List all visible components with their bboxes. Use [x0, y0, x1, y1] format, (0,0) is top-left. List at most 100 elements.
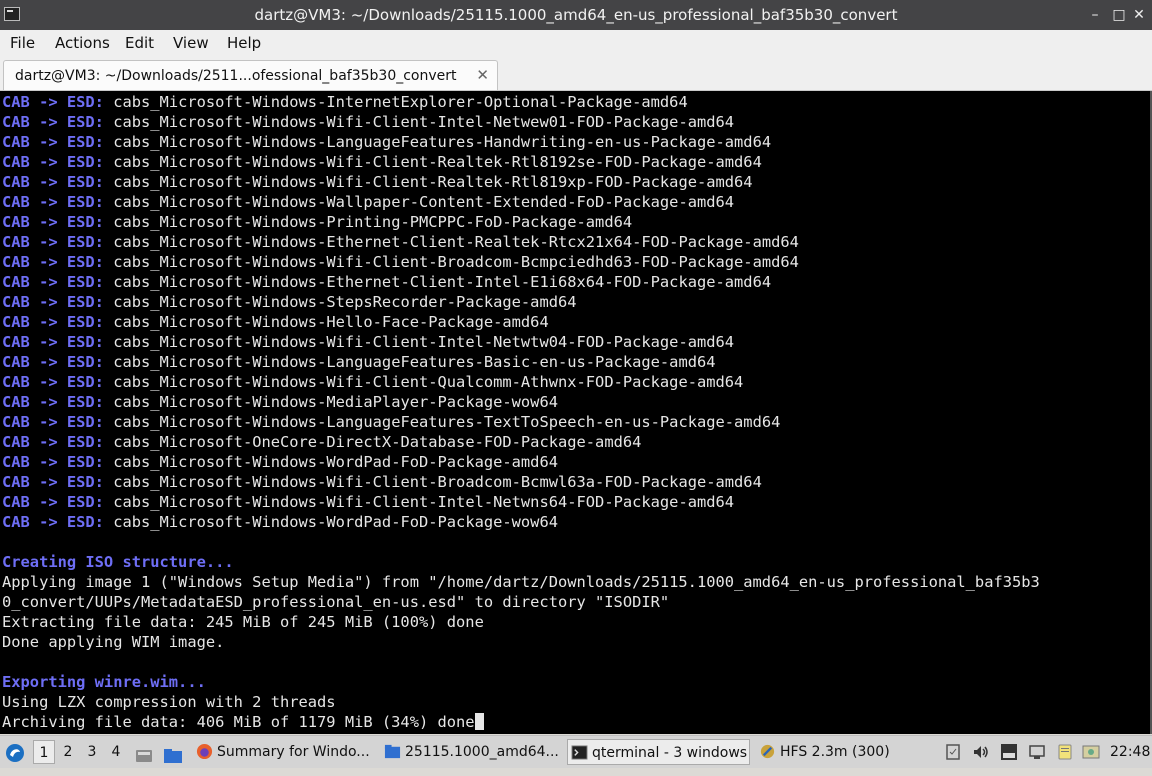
- cab-esd-line: CAB -> ESD: cabs_Microsoft-OneCore-Direc…: [2, 432, 1040, 452]
- cab-esd-prefix: CAB -> ESD:: [2, 193, 104, 211]
- cab-esd-line: CAB -> ESD: cabs_Microsoft-Windows-Wifi-…: [2, 152, 1040, 172]
- cab-esd-prefix: CAB -> ESD:: [2, 213, 104, 231]
- package-name: cabs_Microsoft-Windows-LanguageFeatures-…: [113, 353, 716, 371]
- volume-icon[interactable]: [972, 743, 990, 761]
- output-line: 0_convert/UUPs/MetadataESD_professional_…: [2, 592, 1040, 612]
- cab-esd-line: CAB -> ESD: cabs_Microsoft-Windows-Langu…: [2, 132, 1040, 152]
- cab-esd-line: CAB -> ESD: cabs_Microsoft-Windows-Print…: [2, 212, 1040, 232]
- cab-esd-line: CAB -> ESD: cabs_Microsoft-Windows-Steps…: [2, 292, 1040, 312]
- task-qterminal[interactable]: qterminal - 3 windows: [567, 739, 750, 765]
- package-name: cabs_Microsoft-Windows-Ethernet-Client-R…: [113, 233, 799, 251]
- workspace-4[interactable]: 4: [105, 740, 127, 764]
- package-name: cabs_Microsoft-Windows-Ethernet-Client-I…: [113, 273, 772, 291]
- package-name: cabs_Microsoft-Windows-LanguageFeatures-…: [113, 133, 772, 151]
- menu-view[interactable]: View: [173, 30, 209, 56]
- minimize-icon[interactable]: –: [1084, 4, 1106, 26]
- workspace-2[interactable]: 2: [57, 740, 79, 764]
- clipboard-icon[interactable]: [944, 743, 962, 761]
- output-line: Applying image 1 ("Windows Setup Media")…: [2, 572, 1040, 592]
- cab-esd-prefix: CAB -> ESD:: [2, 253, 104, 271]
- cab-esd-line: CAB -> ESD: cabs_Microsoft-Windows-Media…: [2, 392, 1040, 412]
- task-file-manager[interactable]: 25115.1000_amd64...: [381, 739, 561, 765]
- cab-esd-line: CAB -> ESD: cabs_Microsoft-Windows-Wallp…: [2, 192, 1040, 212]
- notes-icon[interactable]: [1056, 743, 1074, 761]
- maximize-icon[interactable]: □: [1108, 4, 1130, 26]
- cab-esd-prefix: CAB -> ESD:: [2, 93, 104, 111]
- cab-esd-prefix: CAB -> ESD:: [2, 513, 104, 531]
- package-name: cabs_Microsoft-Windows-StepsRecorder-Pac…: [113, 293, 577, 311]
- task-label: 25115.1000_amd64...: [405, 744, 559, 760]
- package-name: cabs_Microsoft-Windows-Wifi-Client-Realt…: [113, 153, 762, 171]
- package-name: cabs_Microsoft-Windows-WordPad-FoD-Packa…: [113, 513, 558, 531]
- cab-esd-prefix: CAB -> ESD:: [2, 313, 104, 331]
- cab-esd-prefix: CAB -> ESD:: [2, 413, 104, 431]
- file-manager-launcher-icon[interactable]: [163, 744, 183, 763]
- terminal-tab[interactable]: dartz@VM3: ~/Downloads/2511...ofessional…: [3, 60, 498, 90]
- package-name: cabs_Microsoft-Windows-MediaPlayer-Packa…: [113, 393, 558, 411]
- output-text: Using LZX compression with 2 threads: [2, 693, 336, 711]
- task-label: Summary for Windo...: [217, 744, 370, 760]
- cab-esd-line: CAB -> ESD: cabs_Microsoft-Windows-Wifi-…: [2, 332, 1040, 352]
- cab-esd-line: CAB -> ESD: cabs_Microsoft-Windows-Wifi-…: [2, 472, 1040, 492]
- package-name: cabs_Microsoft-Windows-Wallpaper-Content…: [113, 193, 735, 211]
- package-name: cabs_Microsoft-Windows-Printing-PMCPPC-F…: [113, 213, 633, 231]
- tab-close-icon[interactable]: ✕: [476, 61, 489, 89]
- cab-esd-prefix: CAB -> ESD:: [2, 293, 104, 311]
- menu-actions[interactable]: Actions: [55, 30, 110, 56]
- package-name: cabs_Microsoft-Windows-Wifi-Client-Broad…: [113, 253, 799, 271]
- menu-help[interactable]: Help: [227, 30, 261, 56]
- cab-esd-line: CAB -> ESD: cabs_Microsoft-Windows-Ether…: [2, 272, 1040, 292]
- terminal-icon: [571, 745, 588, 760]
- window-titlebar[interactable]: dartz@VM3: ~/Downloads/25115.1000_amd64_…: [0, 0, 1152, 30]
- start-menu-icon[interactable]: [4, 742, 26, 764]
- menu-bar: File Actions Edit View Help: [0, 30, 1152, 56]
- terminal-cursor: [474, 713, 484, 730]
- section-heading: Creating ISO structure...: [2, 552, 1040, 572]
- menu-file[interactable]: File: [10, 30, 35, 56]
- cab-esd-prefix: CAB -> ESD:: [2, 353, 104, 371]
- package-name: cabs_Microsoft-Windows-Wifi-Client-Realt…: [113, 173, 753, 191]
- package-name: cabs_Microsoft-Windows-Hello-Face-Packag…: [113, 313, 549, 331]
- terminal-output[interactable]: CAB -> ESD: cabs_Microsoft-Windows-Inter…: [0, 91, 1150, 734]
- tab-bar: dartz@VM3: ~/Downloads/2511...ofessional…: [0, 56, 1152, 91]
- package-name: cabs_Microsoft-Windows-Wifi-Client-Qualc…: [113, 373, 744, 391]
- workspace-3[interactable]: 3: [81, 740, 103, 764]
- cab-esd-prefix: CAB -> ESD:: [2, 333, 104, 351]
- update-icon[interactable]: [1082, 743, 1100, 761]
- task-firefox[interactable]: Summary for Windo...: [193, 739, 373, 765]
- clock[interactable]: 22:48: [1110, 736, 1150, 768]
- menu-edit[interactable]: Edit: [125, 30, 154, 56]
- cab-esd-prefix: CAB -> ESD:: [2, 433, 104, 451]
- cab-esd-line: CAB -> ESD: cabs_Microsoft-Windows-Wifi-…: [2, 252, 1040, 272]
- task-label: qterminal - 3 windows: [592, 745, 748, 761]
- cab-esd-line: CAB -> ESD: cabs_Microsoft-Windows-WordP…: [2, 452, 1040, 472]
- close-icon[interactable]: ✕: [1128, 4, 1150, 26]
- output-line: Done applying WIM image.: [2, 632, 1040, 652]
- tab-label: dartz@VM3: ~/Downloads/2511...ofessional…: [15, 68, 457, 84]
- cab-esd-line: CAB -> ESD: cabs_Microsoft-Windows-WordP…: [2, 512, 1040, 532]
- task-hfs[interactable]: HFS 2.3m (300): [756, 739, 896, 765]
- section-heading: Exporting winre.wim...: [2, 672, 1040, 692]
- winre-heading: Exporting winre.wim...: [2, 673, 206, 691]
- cab-esd-line: CAB -> ESD: cabs_Microsoft-Windows-Langu…: [2, 412, 1040, 432]
- package-name: cabs_Microsoft-Windows-Wifi-Client-Intel…: [113, 113, 735, 131]
- show-desktop-icon[interactable]: [135, 744, 153, 762]
- cab-esd-line: CAB -> ESD: cabs_Microsoft-Windows-Wifi-…: [2, 492, 1040, 512]
- cab-esd-prefix: CAB -> ESD:: [2, 153, 104, 171]
- package-name: cabs_Microsoft-Windows-WordPad-FoD-Packa…: [113, 453, 558, 471]
- package-name: cabs_Microsoft-Windows-Wifi-Client-Intel…: [113, 333, 735, 351]
- cab-esd-prefix: CAB -> ESD:: [2, 393, 104, 411]
- workspace-1[interactable]: 1: [33, 740, 55, 764]
- package-name: cabs_Microsoft-Windows-Wifi-Client-Intel…: [113, 493, 735, 511]
- hfs-icon: [760, 744, 775, 759]
- package-name: cabs_Microsoft-Windows-Wifi-Client-Broad…: [113, 473, 762, 491]
- output-line: Using LZX compression with 2 threads: [2, 692, 1040, 712]
- cab-esd-prefix: CAB -> ESD:: [2, 273, 104, 291]
- terminal-lines: CAB -> ESD: cabs_Microsoft-Windows-Inter…: [2, 92, 1040, 732]
- hfs-tray-icon[interactable]: [1000, 743, 1018, 761]
- network-icon[interactable]: [1028, 743, 1046, 761]
- output-text: Done applying WIM image.: [2, 633, 225, 651]
- window-title: dartz@VM3: ~/Downloads/25115.1000_amd64_…: [254, 6, 898, 24]
- taskbar: 1 2 3 4 Summary for Windo... 25115.1000_…: [0, 735, 1152, 768]
